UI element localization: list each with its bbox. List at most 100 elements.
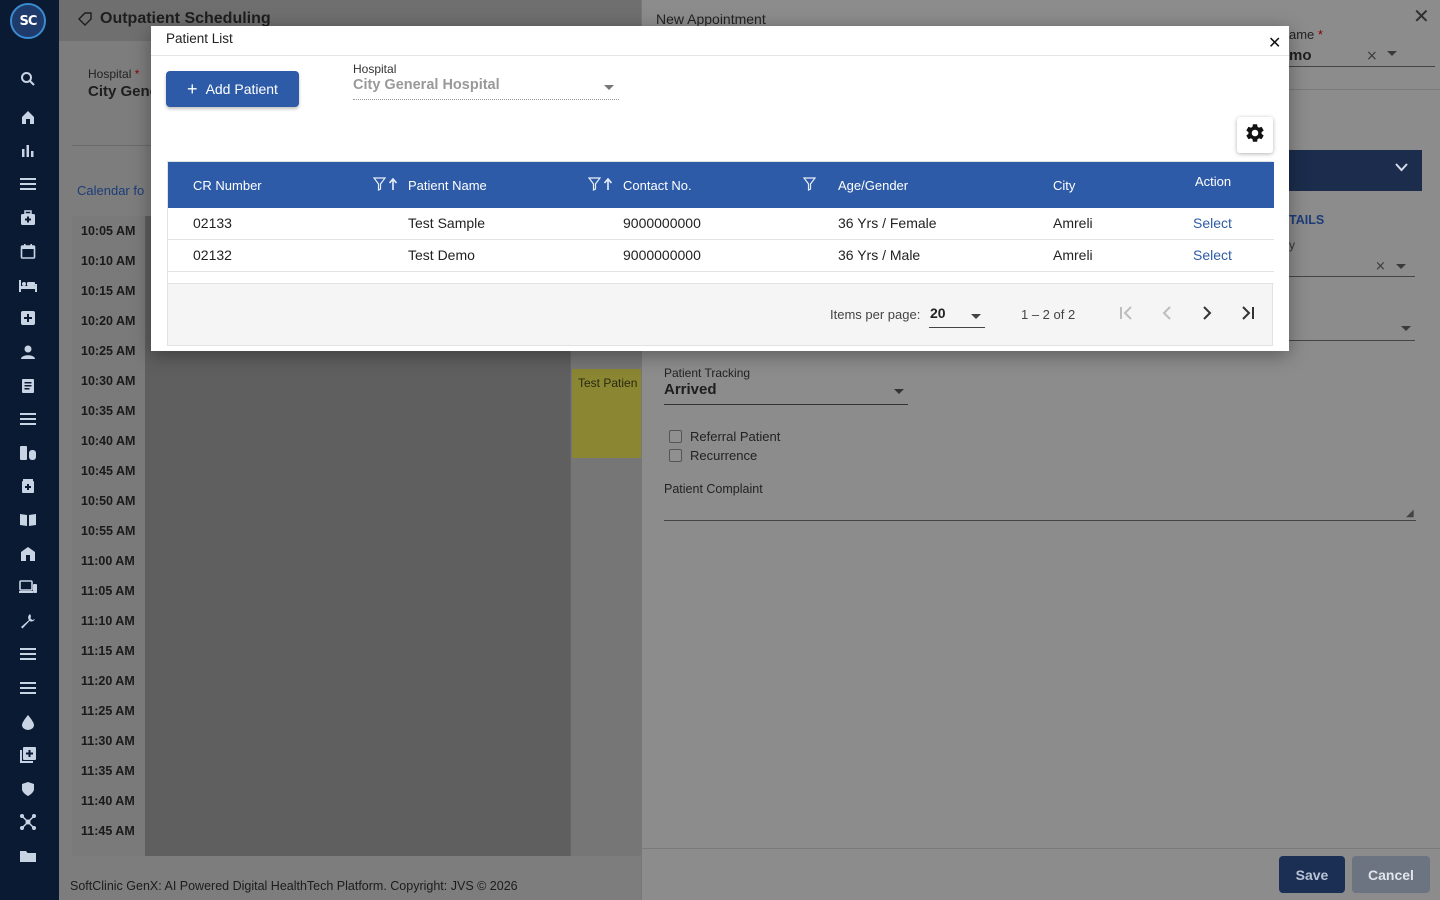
network-icon[interactable] xyxy=(17,811,39,833)
chevron-down-icon[interactable] xyxy=(894,389,904,394)
tab-details[interactable]: TAILS xyxy=(1289,213,1324,227)
column-header-patient-name[interactable]: Patient Name xyxy=(408,178,487,193)
chevron-down-icon[interactable] xyxy=(1396,264,1406,269)
pharmacy-icon[interactable] xyxy=(17,475,39,497)
clear-icon[interactable]: × xyxy=(1366,48,1378,64)
column-header-age-gender[interactable]: Age/Gender xyxy=(838,178,908,193)
time-slot-label: 11:00 AM xyxy=(81,554,135,568)
paginator: Items per page: 20 1 – 2 of 2 xyxy=(168,285,1274,346)
cell-age-gender: 36 Yrs / Female xyxy=(838,215,937,231)
time-slot-label: 10:05 AM xyxy=(81,224,136,238)
cell-patient-name: Test Sample xyxy=(408,215,486,231)
medicine-icon[interactable] xyxy=(17,442,39,464)
settings-button[interactable] xyxy=(1237,117,1273,153)
column-header-city[interactable]: City xyxy=(1053,178,1075,193)
list-icon[interactable] xyxy=(17,408,39,430)
field-underline xyxy=(664,404,908,405)
devices-icon[interactable] xyxy=(17,576,39,598)
checkbox[interactable] xyxy=(669,430,682,443)
last-page-icon[interactable] xyxy=(1233,299,1261,327)
book-icon[interactable] xyxy=(17,509,39,531)
cell-contact: 9000000000 xyxy=(623,247,701,263)
time-slot-label: 11:05 AM xyxy=(81,584,135,598)
column-header-cr-number[interactable]: CR Number xyxy=(193,178,262,193)
filter-icon[interactable] xyxy=(802,177,817,194)
table-row[interactable]: 02133 Test Sample 9000000000 36 Yrs / Fe… xyxy=(168,208,1274,240)
filter-sort-icons[interactable] xyxy=(372,177,401,194)
chevron-down-icon[interactable] xyxy=(604,85,614,90)
bed-icon[interactable] xyxy=(17,274,39,296)
close-icon[interactable]: ✕ xyxy=(1413,4,1430,28)
time-slot-label: 10:50 AM xyxy=(81,494,136,508)
select-link[interactable]: Select xyxy=(1193,215,1232,231)
cancel-button[interactable]: Cancel xyxy=(1352,856,1430,893)
patient-name-field[interactable]: mo xyxy=(1289,47,1312,64)
menu-icon[interactable] xyxy=(17,173,39,195)
first-page-icon[interactable] xyxy=(1113,299,1141,327)
chevron-down-icon[interactable] xyxy=(1395,161,1408,176)
gear-icon xyxy=(1244,122,1266,148)
folder-icon[interactable] xyxy=(17,845,39,867)
table-spacer xyxy=(168,272,1274,284)
time-slot-label: 10:45 AM xyxy=(81,464,136,478)
column-header-contact-no[interactable]: Contact No. xyxy=(623,178,692,193)
items-per-page-select[interactable]: 20 xyxy=(930,305,946,321)
select-link[interactable]: Select xyxy=(1193,247,1232,263)
calendar-icon[interactable] xyxy=(17,240,39,262)
tag-icon xyxy=(78,12,92,30)
referral-patient-checkbox[interactable]: Referral Patient xyxy=(669,429,780,444)
hospital-select[interactable]: City Gene xyxy=(88,83,158,100)
table-row[interactable]: 02132 Test Demo 9000000000 36 Yrs / Male… xyxy=(168,240,1274,272)
filter-sort-icons[interactable] xyxy=(587,177,616,194)
column-header-action: Action xyxy=(1195,174,1232,189)
lines-icon[interactable] xyxy=(17,643,39,665)
building-icon[interactable] xyxy=(17,543,39,565)
checkbox-label: Recurrence xyxy=(690,448,758,463)
checkbox[interactable] xyxy=(669,449,682,462)
cell-patient-name: Test Demo xyxy=(408,247,475,263)
save-button[interactable]: Save xyxy=(1279,856,1345,893)
chevron-down-icon[interactable] xyxy=(971,314,981,319)
divider xyxy=(641,848,1440,849)
patient-complaint-label: Patient Complaint xyxy=(664,482,763,496)
chevron-down-icon[interactable] xyxy=(1387,51,1397,56)
time-slot-label: 10:35 AM xyxy=(81,404,136,418)
cell-city: Amreli xyxy=(1053,215,1093,231)
add-box-icon[interactable] xyxy=(17,744,39,766)
medical-bag-icon[interactable] xyxy=(17,207,39,229)
hospital-plus-icon[interactable] xyxy=(17,307,39,329)
cell-contact: 9000000000 xyxy=(623,215,701,231)
add-patient-button[interactable]: + Add Patient xyxy=(166,71,299,107)
previous-page-icon[interactable] xyxy=(1153,299,1181,327)
hospital-label: Hospital xyxy=(353,62,397,76)
person-icon[interactable] xyxy=(17,341,39,363)
patient-name-label: ame * xyxy=(1289,27,1323,42)
app-logo[interactable]: SC xyxy=(10,3,46,39)
dialog-title: Patient List xyxy=(166,31,233,46)
menu-icon-2[interactable] xyxy=(17,677,39,699)
patient-tracking-select[interactable]: Arrived xyxy=(664,381,717,398)
close-icon[interactable]: ✕ xyxy=(1268,33,1281,52)
resize-handle-icon[interactable]: ◢ xyxy=(1406,508,1414,519)
patient-complaint-textarea[interactable] xyxy=(664,520,1416,521)
chevron-down-icon[interactable] xyxy=(1401,326,1411,331)
time-slot-label: 11:45 AM xyxy=(81,824,135,838)
wrench-icon[interactable] xyxy=(17,610,39,632)
time-slot-label: 11:10 AM xyxy=(81,614,135,628)
clear-icon[interactable]: × xyxy=(1375,259,1386,274)
drop-icon[interactable] xyxy=(17,711,39,733)
hospital-label: Hospital * xyxy=(88,67,140,81)
time-slot-label: 10:15 AM xyxy=(81,284,136,298)
home-icon[interactable] xyxy=(17,106,39,128)
time-slot-label: 11:40 AM xyxy=(81,794,135,808)
patient-tracking-label: Patient Tracking xyxy=(664,366,751,380)
hospital-select[interactable]: City General Hospital xyxy=(353,77,500,93)
bar-chart-icon[interactable] xyxy=(17,139,39,161)
next-page-icon[interactable] xyxy=(1193,299,1221,327)
document-icon[interactable] xyxy=(17,375,39,397)
shield-icon[interactable] xyxy=(17,778,39,800)
time-slot-label: 11:25 AM xyxy=(81,704,135,718)
recurrence-checkbox[interactable]: Recurrence xyxy=(669,448,757,463)
appointment-block[interactable]: Test Patien xyxy=(572,369,642,458)
search-icon[interactable] xyxy=(17,68,39,90)
